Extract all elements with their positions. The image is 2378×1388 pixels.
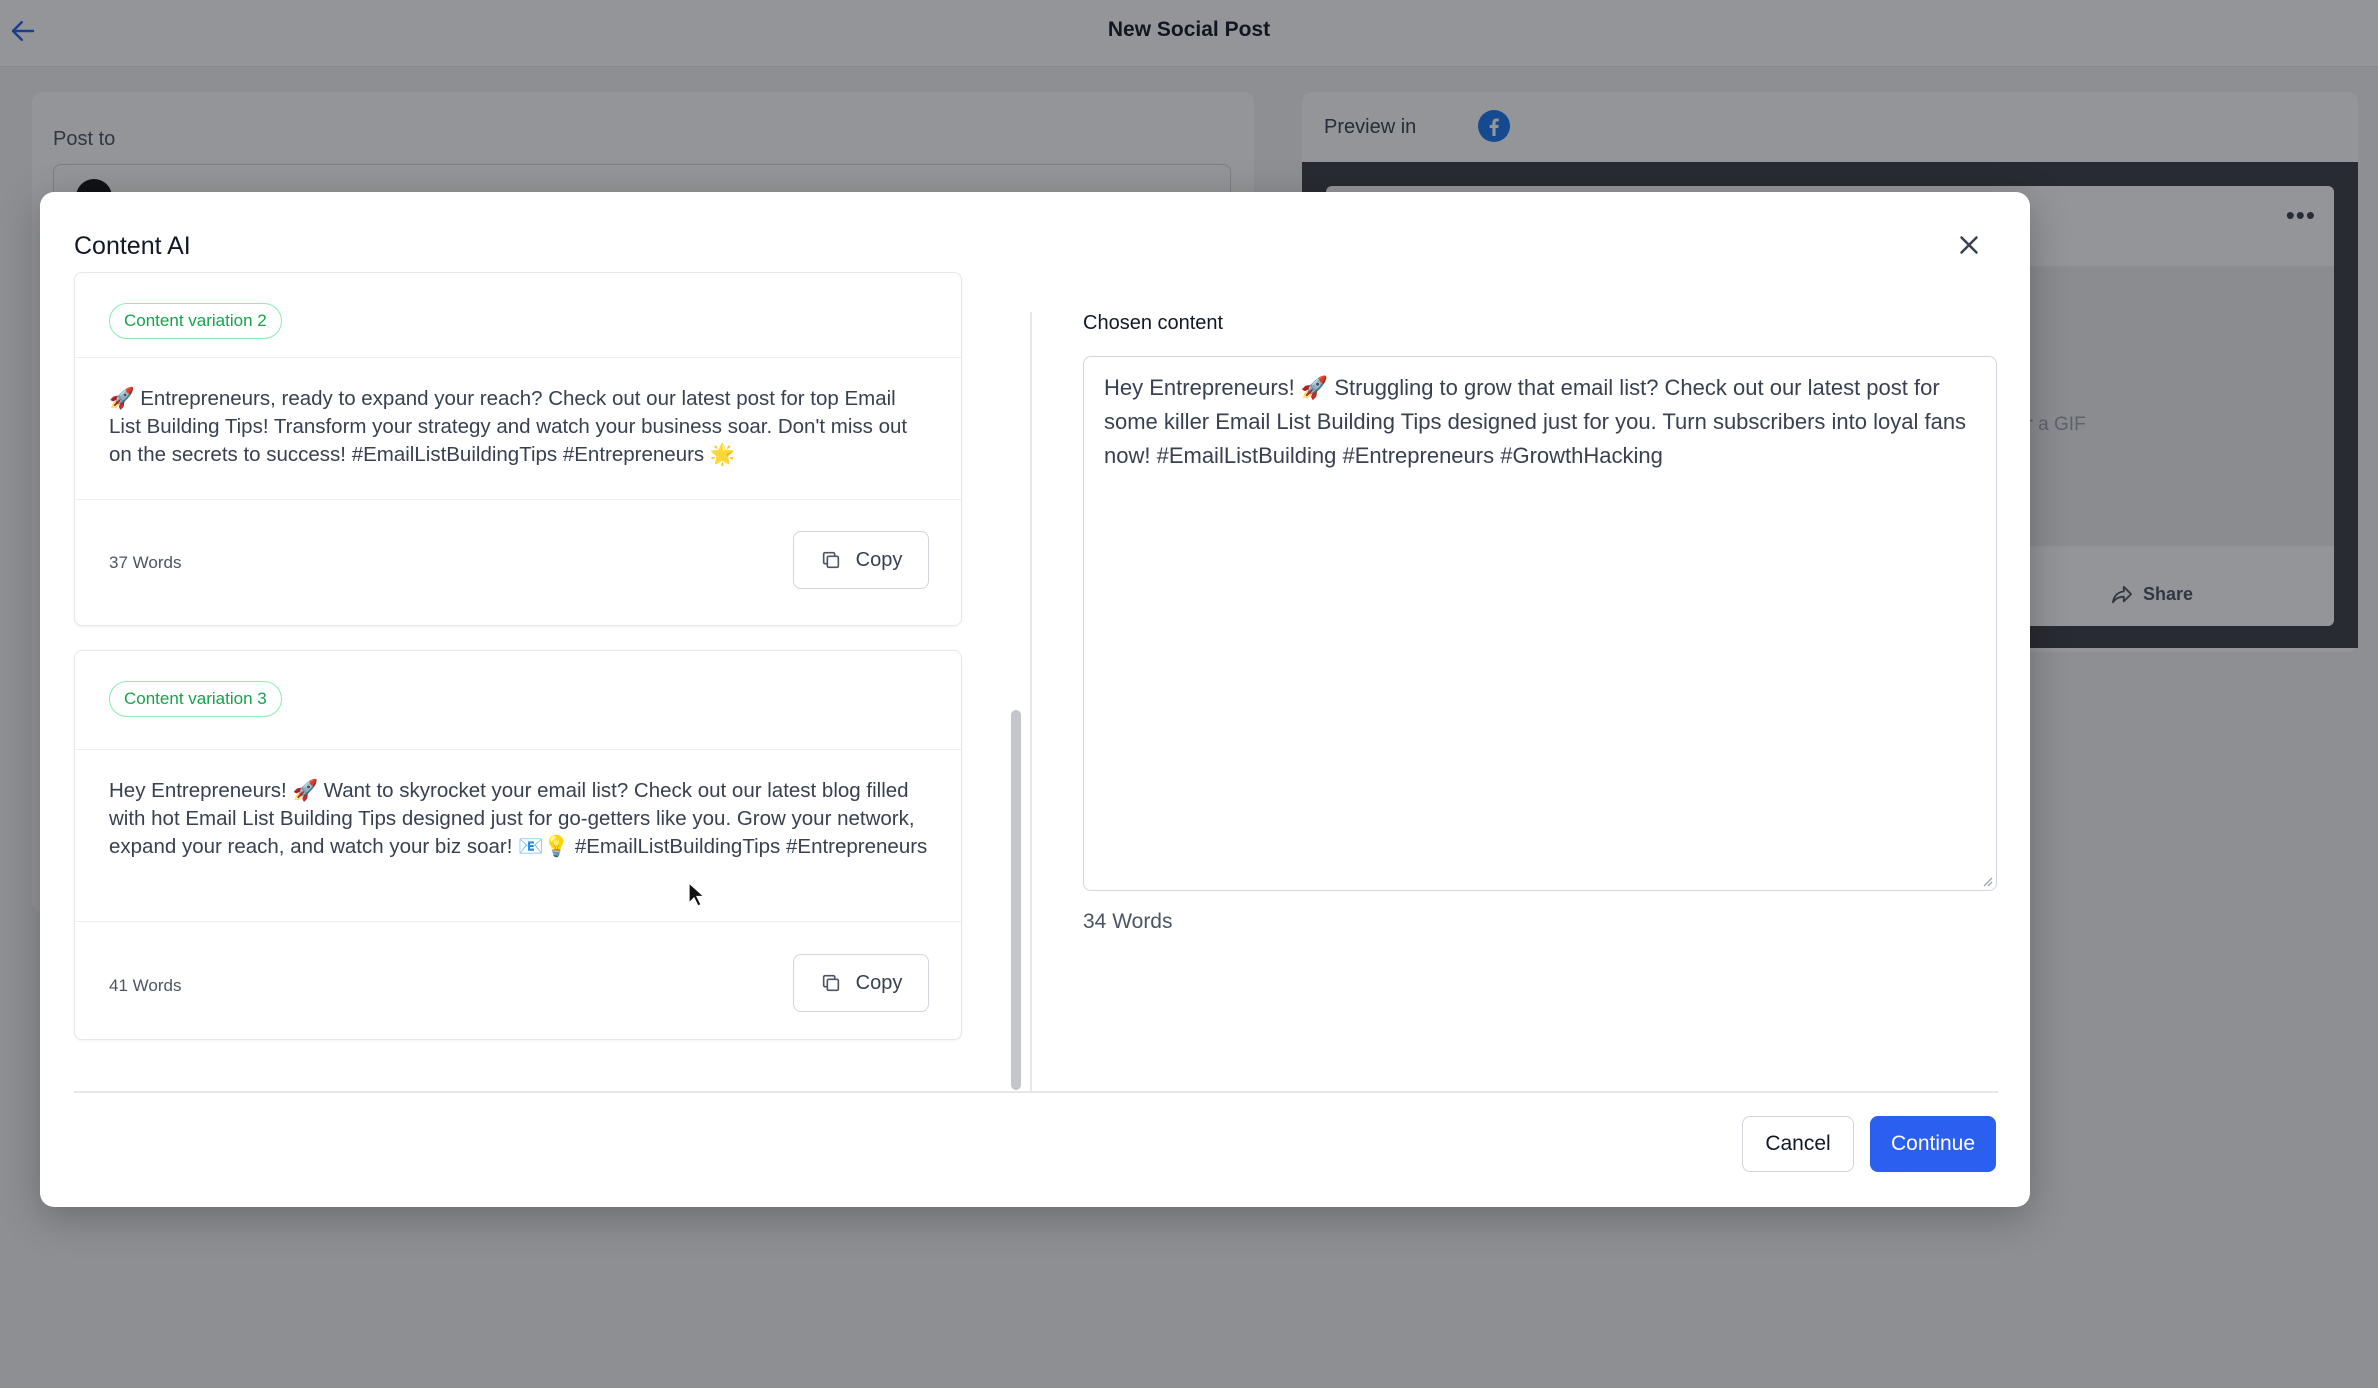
scrollbar-thumb[interactable] — [1011, 710, 1021, 1090]
copy-button[interactable]: Copy — [793, 954, 929, 1012]
chosen-content-label: Chosen content — [1083, 312, 1224, 334]
copy-label: Copy — [855, 548, 903, 571]
pane-divider — [1030, 312, 1032, 1092]
card-divider — [75, 357, 961, 358]
variation-badge: Content variation 3 — [109, 681, 282, 717]
resize-handle-icon[interactable] — [1981, 875, 1993, 887]
card-divider — [75, 749, 961, 750]
variation-card: Content variation 2 🚀 Entrepreneurs, rea… — [74, 272, 962, 626]
close-icon — [1960, 236, 1978, 254]
copy-icon — [822, 974, 839, 992]
variation-card: Content variation 3 Hey Entrepreneurs! 🚀… — [74, 650, 962, 1040]
word-count: 37 Words — [109, 553, 182, 572]
chosen-word-count: 34 Words — [1083, 910, 1173, 933]
content-ai-modal: Content AI Content variation 2 🚀 Entrepr… — [40, 192, 2030, 1207]
word-count: 41 Words — [109, 976, 182, 995]
continue-button[interactable]: Continue — [1870, 1116, 1996, 1172]
variation-badge: Content variation 2 — [109, 303, 282, 339]
modal-title: Content AI — [74, 232, 191, 260]
copy-icon — [822, 551, 839, 569]
scrollbar[interactable] — [1011, 312, 1021, 1092]
footer-divider — [74, 1091, 1998, 1093]
copy-label: Copy — [855, 971, 903, 994]
cancel-button[interactable]: Cancel — [1742, 1116, 1854, 1172]
chosen-content-textarea[interactable]: Hey Entrepreneurs! 🚀 Struggling to grow … — [1083, 356, 1997, 891]
card-divider — [75, 499, 961, 500]
card-divider — [75, 921, 961, 922]
mouse-cursor-icon — [688, 882, 706, 907]
variations-list[interactable]: Content variation 2 🚀 Entrepreneurs, rea… — [74, 272, 1004, 1207]
close-button[interactable] — [1954, 230, 1984, 260]
variation-text: Hey Entrepreneurs! 🚀 Want to skyrocket y… — [109, 779, 928, 858]
variation-text: 🚀 Entrepreneurs, ready to expand your re… — [109, 387, 908, 466]
copy-button[interactable]: Copy — [793, 531, 929, 589]
